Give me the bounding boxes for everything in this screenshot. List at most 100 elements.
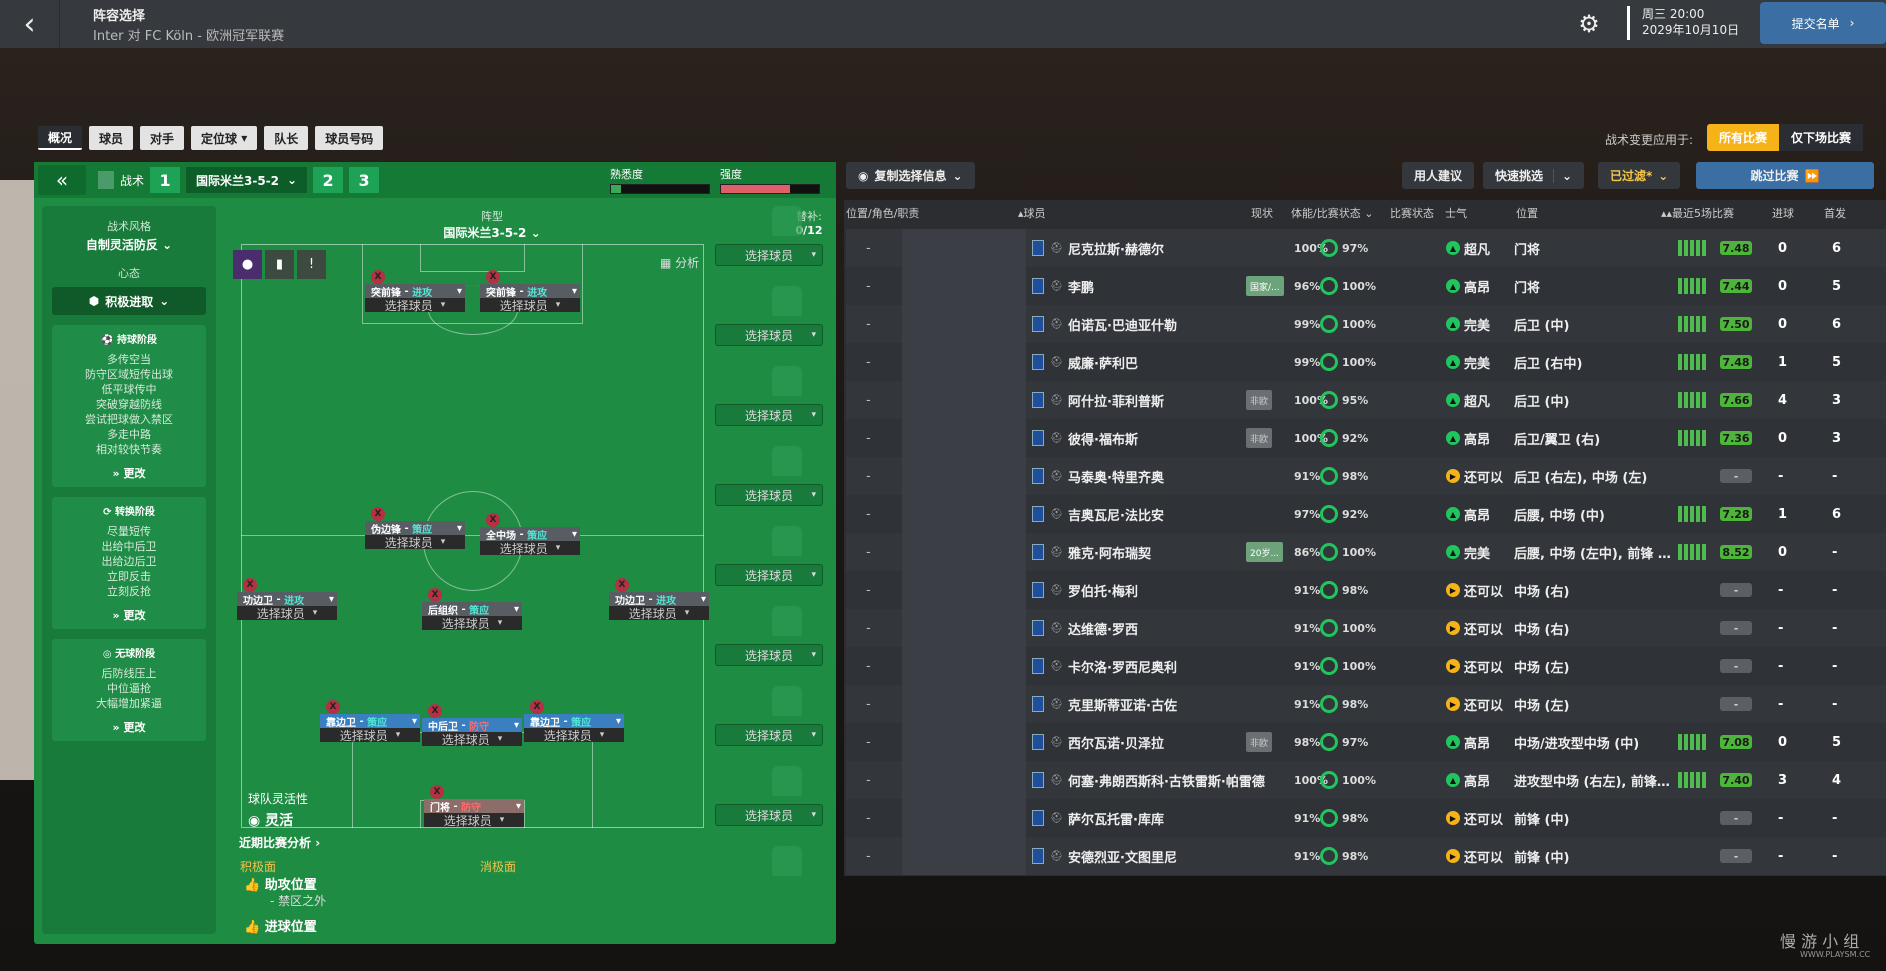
role-label[interactable]: X 后组织 - 策应 ▾ (422, 588, 522, 617)
stats-view-icon[interactable]: ▮ (265, 250, 294, 279)
col-apps[interactable]: 首发 (1824, 205, 1846, 221)
recent-analysis-link[interactable]: 近期比赛分析 › (239, 834, 320, 851)
transition-more-button[interactable]: » 更改 (52, 607, 206, 623)
role-label[interactable]: X 靠边卫 - 策应 ▾ (320, 700, 420, 729)
position-slot[interactable]: X 门将 - 防守 ▾ 选择球员 ▾ (424, 785, 524, 828)
position-slot[interactable]: X 后组织 - 策应 ▾ 选择球员 ▾ (422, 588, 522, 631)
col-goals[interactable]: 进球 (1772, 205, 1794, 221)
position-role-cell[interactable]: - (866, 697, 871, 712)
chevron-down-icon[interactable]: ⌄ (1553, 168, 1580, 183)
player-name[interactable]: 安德烈亚·文图里尼 (1068, 847, 1177, 866)
col-last5[interactable]: ▴▴最近5场比赛 (1661, 205, 1734, 221)
player-name[interactable]: 西尔瓦诺·贝泽拉 (1068, 733, 1164, 752)
role-label[interactable]: X 功边卫 - 进攻 ▾ (609, 578, 709, 607)
copy-selection-button[interactable]: ◉ 复制选择信息 ⌄ (846, 162, 975, 189)
out-of-possession-more-button[interactable]: » 更改 (52, 719, 206, 735)
position-slot[interactable]: X 靠边卫 - 策应 ▾ 选择球员 ▾ (320, 700, 420, 743)
position-role-cell[interactable]: - (866, 241, 871, 256)
close-icon[interactable]: X (615, 578, 629, 592)
tab-opposition[interactable]: 对手 (140, 126, 185, 150)
position-role-cell[interactable]: - (866, 279, 871, 294)
table-row[interactable]: - ⛑ 尼克拉斯·赫德尔 100% 97% ▲ 超凡 门将 7.48 0 6 (846, 229, 1886, 267)
player-name[interactable]: 阿什拉·菲利普斯 (1068, 391, 1164, 410)
table-row[interactable]: - ⛑ 威廉·萨利巴 99% 100% ▲ 完美 后卫 (右中) 7.48 1 5 (846, 343, 1886, 381)
position-slot[interactable]: X 突前锋 - 进攻 ▾ 选择球员 ▾ (480, 270, 580, 313)
select-player-dropdown[interactable]: 选择球员 ▾ (424, 813, 524, 828)
close-icon[interactable]: X (371, 507, 385, 521)
col-position[interactable]: 位置 (1516, 205, 1538, 221)
position-role-cell[interactable]: - (866, 545, 871, 560)
sub-slot-dropdown[interactable]: 选择球员 ▾ (715, 324, 823, 346)
position-slot[interactable]: X 中后卫 - 防守 ▾ 选择球员 ▾ (422, 704, 522, 747)
tab-overview[interactable]: 概况 (38, 126, 83, 150)
position-role-cell[interactable]: - (866, 393, 871, 408)
position-slot[interactable]: X 功边卫 - 进攻 ▾ 选择球员 ▾ (237, 578, 337, 621)
role-label[interactable]: X 功边卫 - 进攻 ▾ (237, 578, 337, 607)
info-view-icon[interactable]: ! (297, 250, 326, 279)
tactic-dropdown[interactable]: 国际米兰3-5-2 ⌄ (186, 167, 308, 193)
filter-button[interactable]: 已过滤* ⌄ (1598, 162, 1681, 189)
close-icon[interactable]: X (486, 270, 500, 284)
player-name[interactable]: 雅克·阿布瑞契 (1068, 543, 1151, 562)
sub-slot-dropdown[interactable]: 选择球员 ▾ (715, 484, 823, 506)
position-role-cell[interactable]: - (866, 621, 871, 636)
tab-set-pieces[interactable]: 定位球 ▾ (191, 126, 258, 150)
table-row[interactable]: - ⛑ 罗伯托·梅利 91% 98% ▶ 还可以 中场 (右) - - - (846, 571, 1886, 609)
in-possession-more-button[interactable]: » 更改 (52, 465, 206, 481)
table-row[interactable]: - ⛑ 雅克·阿布瑞契 20岁... 86% 100% ▲ 完美 后腰, 中场 (左中), 前锋… (846, 533, 1886, 571)
player-name[interactable]: 李鹏 (1068, 277, 1094, 296)
position-slot[interactable]: X 全中场 - 策应 ▾ 选择球员 ▾ (480, 513, 580, 556)
tactic-slot-1[interactable]: 1 (150, 167, 181, 193)
position-slot[interactable]: X 突前锋 - 进攻 ▾ 选择球员 ▾ (365, 270, 465, 313)
select-player-dropdown[interactable]: 选择球员 ▾ (365, 535, 465, 550)
mentality-dropdown[interactable]: ⬢ 积极进取 ⌄ (52, 287, 206, 315)
close-icon[interactable]: X (326, 700, 340, 714)
position-role-cell[interactable]: - (866, 849, 871, 864)
close-icon[interactable]: X (428, 704, 442, 718)
gear-icon[interactable]: ⚙ (1576, 11, 1602, 37)
col-condition[interactable]: 现状 (1251, 205, 1273, 221)
position-role-cell[interactable]: - (866, 507, 871, 522)
tactic-slot-3[interactable]: 3 (349, 167, 380, 193)
tab-squad-numbers[interactable]: 球员号码 (315, 126, 384, 150)
table-row[interactable]: - ⛑ 李鹏 国家/... 96% 100% ▲ 高昂 门将 7.44 0 5 (846, 267, 1886, 305)
analyze-button[interactable]: ▦ 分析 (660, 254, 699, 271)
position-role-cell[interactable]: - (866, 773, 871, 788)
position-role-cell[interactable]: - (866, 355, 871, 370)
table-row[interactable]: - ⛑ 克里斯蒂亚诺·古佐 91% 98% ▶ 还可以 中场 (左) - - - (846, 685, 1886, 723)
style-dropdown[interactable]: 自制灵活防反 ⌄ (42, 236, 216, 253)
sub-slot-dropdown[interactable]: 选择球员 ▾ (715, 644, 823, 666)
table-row[interactable]: - ⛑ 阿什拉·菲利普斯 非欧 100% 95% ▲ 超凡 后卫 (中) 7.66 4 3 (846, 381, 1886, 419)
collapse-button[interactable]: « (38, 165, 86, 195)
player-name[interactable]: 彼得·福布斯 (1068, 429, 1138, 448)
player-name[interactable]: 卡尔洛·罗西尼奥利 (1068, 657, 1177, 676)
player-name[interactable]: 萨尔瓦托雷·库库 (1068, 809, 1164, 828)
table-row[interactable]: - ⛑ 何塞·弗朗西斯科·古铁雷斯·帕雷德 100% 100% ▲ 高昂 进攻型中场 (右左)… (846, 761, 1886, 799)
table-row[interactable]: - ⛑ 西尔瓦诺·贝泽拉 非欧 98% 97% ▲ 高昂 中场/进攻型中场 (中) 7.08 0 5 (846, 723, 1886, 761)
advice-button[interactable]: 用人建议 (1402, 162, 1475, 189)
sub-slot-dropdown[interactable]: 选择球员 ▾ (715, 564, 823, 586)
col-morale[interactable]: 士气 (1445, 205, 1467, 221)
select-player-dropdown[interactable]: 选择球员 ▾ (480, 298, 580, 313)
skip-match-button[interactable]: 跳过比赛 ⏩ (1696, 162, 1874, 189)
sub-slot-dropdown[interactable]: 选择球员 ▾ (715, 804, 823, 826)
table-row[interactable]: - ⛑ 马泰奥·特里齐奥 91% 98% ▶ 还可以 后卫 (右左), 中场 (左) - - - (846, 457, 1886, 495)
select-player-dropdown[interactable]: 选择球员 ▾ (524, 728, 624, 743)
position-role-cell[interactable]: - (866, 431, 871, 446)
player-view-icon[interactable]: ● (233, 250, 262, 279)
tactic-slot-2[interactable]: 2 (313, 167, 344, 193)
col-player[interactable]: ▴球员 (1018, 205, 1046, 221)
close-icon[interactable]: X (243, 578, 257, 592)
role-label[interactable]: X 伪边锋 - 策应 ▾ (365, 507, 465, 536)
role-label[interactable]: X 突前锋 - 进攻 ▾ (480, 270, 580, 299)
role-label[interactable]: X 门将 - 防守 ▾ (424, 785, 524, 814)
close-icon[interactable]: X (530, 700, 544, 714)
select-player-dropdown[interactable]: 选择球员 ▾ (422, 732, 522, 747)
position-role-cell[interactable]: - (866, 659, 871, 674)
player-name[interactable]: 威廉·萨利巴 (1068, 353, 1138, 372)
player-name[interactable]: 何塞·弗朗西斯科·古铁雷斯·帕雷德 (1068, 771, 1265, 790)
select-player-dropdown[interactable]: 选择球员 ▾ (609, 606, 709, 621)
role-label[interactable]: X 靠边卫 - 策应 ▾ (524, 700, 624, 729)
position-role-cell[interactable]: - (866, 583, 871, 598)
select-player-dropdown[interactable]: 选择球员 ▾ (480, 541, 580, 556)
